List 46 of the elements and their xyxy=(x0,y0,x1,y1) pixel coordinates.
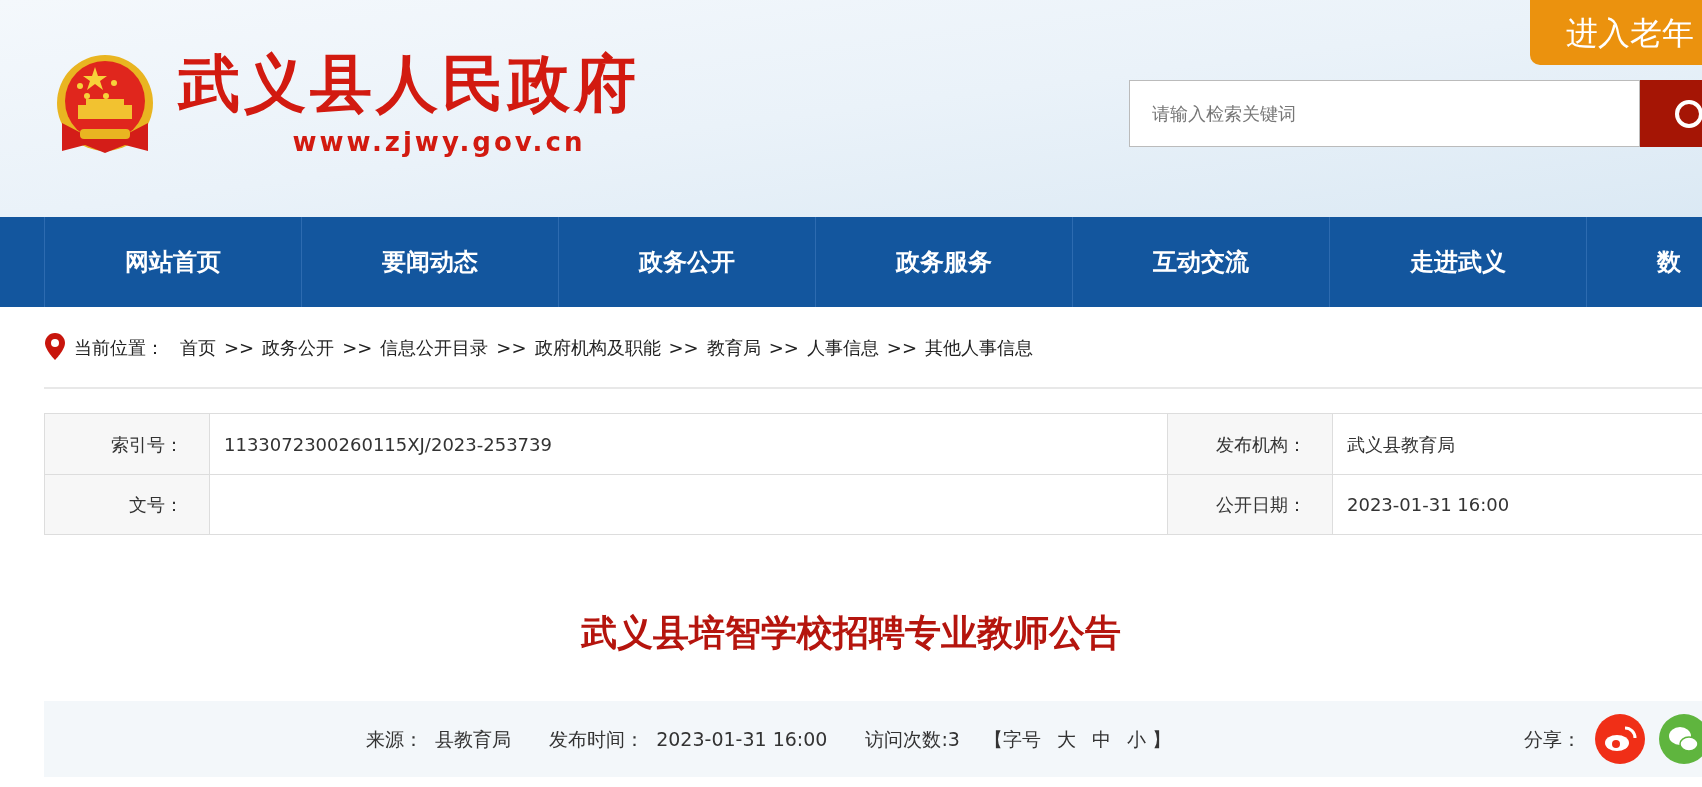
nav-item[interactable]: 网站首页 xyxy=(44,217,301,307)
site-url: www.zjwy.gov.cn xyxy=(292,126,586,159)
nav-item[interactable]: 走进武义 xyxy=(1329,217,1586,307)
article-title: 武义县培智学校招聘专业教师公告 xyxy=(581,611,1121,655)
info-value: 2023-01-31 16:00 xyxy=(1347,493,1510,517)
info-value: 1133072300260115XJ/2023-253739 xyxy=(224,432,552,457)
search-field[interactable]: 请输入检索关键词 xyxy=(1129,80,1640,147)
info-label: 索引号： xyxy=(111,432,183,457)
info-label: 文号： xyxy=(129,493,183,517)
breadcrumb-separator: >> xyxy=(342,335,373,360)
breadcrumb-separator: >> xyxy=(768,335,799,360)
breadcrumb-link[interactable]: 教育局 xyxy=(706,333,761,361)
location-pin-icon xyxy=(44,332,66,362)
font-size-option[interactable]: 小 xyxy=(1126,724,1146,754)
info-label: 公开日期： xyxy=(1216,493,1306,517)
info-value: 武义县教育局 xyxy=(1347,432,1455,457)
meta-item: 访问次数:3 xyxy=(865,726,960,752)
font-size-option[interactable]: 大 xyxy=(1056,724,1076,754)
wechat-share-icon[interactable] xyxy=(1659,714,1702,764)
breadcrumb-separator: >> xyxy=(224,335,255,360)
breadcrumb-link[interactable]: 人事信息 xyxy=(806,333,879,361)
breadcrumb-label: 当前位置： xyxy=(74,335,164,360)
nav-item[interactable]: 要闻动态 xyxy=(301,217,558,307)
nav-item[interactable]: 互动交流 xyxy=(1072,217,1329,307)
breadcrumb-separator: >> xyxy=(886,335,918,360)
site-title: 武义县人民政府 xyxy=(178,53,640,115)
meta-item: 来源： 县教育局 xyxy=(366,726,512,752)
breadcrumb-separator: >> xyxy=(496,335,527,360)
font-size-bracket: 】 xyxy=(1151,726,1171,752)
font-size-label: 【字号 xyxy=(983,726,1041,752)
breadcrumb-link[interactable]: 政府机构及职能 xyxy=(534,333,661,361)
weibo-share-icon[interactable] xyxy=(1595,714,1645,764)
breadcrumb-link[interactable]: 其他人事信息 xyxy=(925,333,1034,361)
breadcrumb-link[interactable]: 信息公开目录 xyxy=(380,333,489,361)
search-icon xyxy=(1674,98,1702,129)
nav-item[interactable]: 政务公开 xyxy=(558,217,815,307)
breadcrumb-link[interactable]: 政务公开 xyxy=(262,333,335,361)
meta-item: 发布时间： 2023-01-31 16:00 xyxy=(549,726,828,752)
share-label: 分享： xyxy=(1524,726,1581,752)
search-button[interactable] xyxy=(1640,80,1702,147)
breadcrumb-separator: >> xyxy=(668,335,699,360)
nav-item[interactable]: 政务服务 xyxy=(815,217,1072,307)
info-label: 发布机构： xyxy=(1216,432,1306,457)
nav-item[interactable]: 数 xyxy=(1586,217,1702,307)
breadcrumb-link[interactable]: 首页 xyxy=(180,333,216,361)
font-size-option[interactable]: 中 xyxy=(1091,724,1111,754)
